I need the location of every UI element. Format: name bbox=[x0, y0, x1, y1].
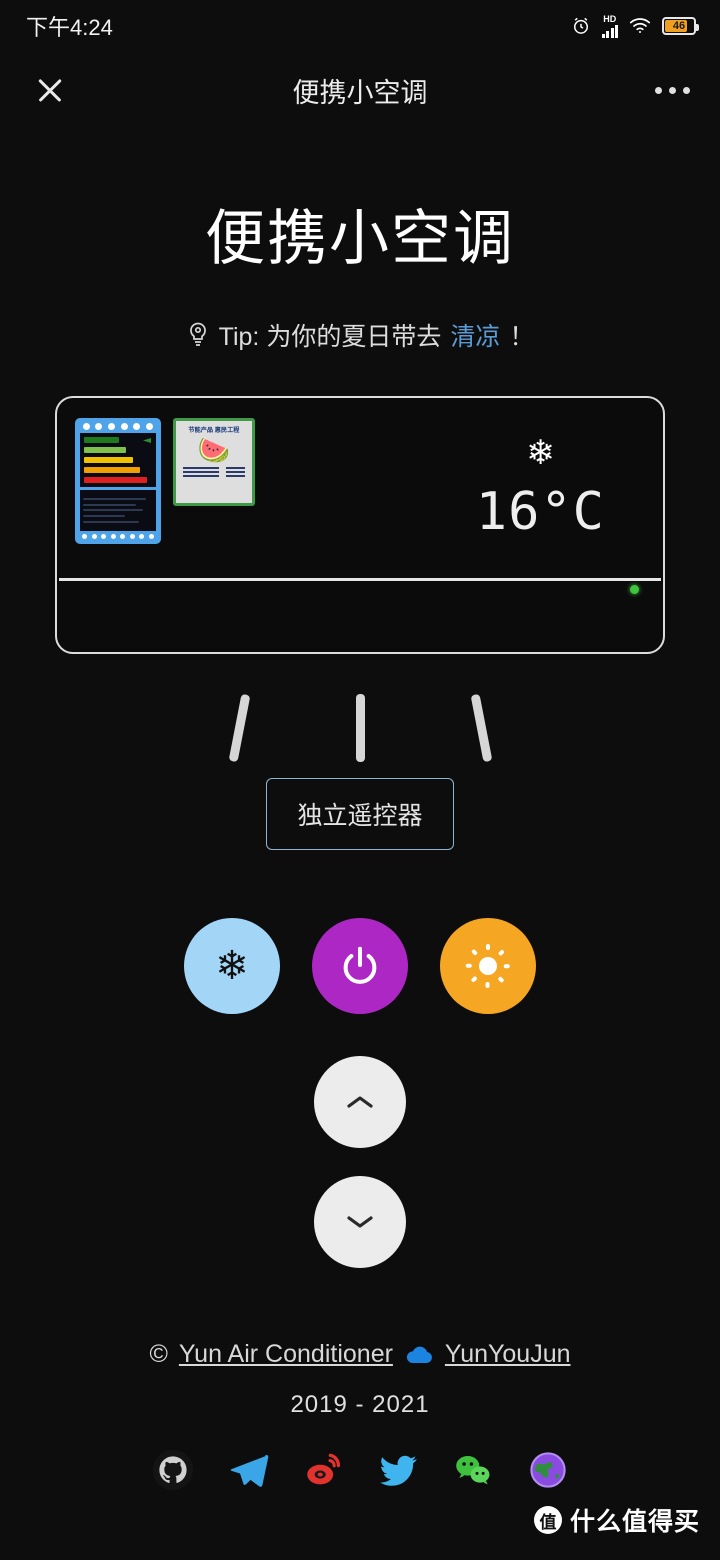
cool-mode-button[interactable]: ❄ bbox=[184, 918, 280, 1014]
ac-louver bbox=[59, 578, 661, 616]
sticker-dots-top bbox=[80, 423, 156, 430]
temperature-readout: 16°C bbox=[475, 482, 605, 542]
air-conditioner-unit-wrapper: 节能产品 惠民工程 🍉 ❄ 16°C bbox=[0, 396, 720, 654]
close-icon[interactable] bbox=[30, 70, 70, 110]
power-icon bbox=[343, 946, 377, 984]
telegram-icon[interactable] bbox=[227, 1449, 269, 1491]
globe-icon[interactable] bbox=[527, 1449, 569, 1491]
copyright-symbol: © bbox=[149, 1340, 168, 1368]
temperature-up-button[interactable] bbox=[314, 1056, 406, 1148]
battery-indicator: 46 bbox=[662, 17, 699, 35]
footer-years: 2019 - 2021 bbox=[290, 1391, 430, 1418]
status-time: 下午4:24 bbox=[26, 15, 113, 40]
author-link[interactable]: YunYouJun bbox=[445, 1340, 571, 1369]
temperature-down-button[interactable] bbox=[314, 1176, 406, 1268]
ac-body: 节能产品 惠民工程 🍉 ❄ 16°C bbox=[57, 398, 663, 616]
green-sticker-fineprint bbox=[183, 467, 245, 477]
watermark: 值 什么值得买 bbox=[533, 1502, 700, 1538]
watermelon-icon: 🍉 bbox=[197, 435, 231, 465]
grade-arrow-icon bbox=[143, 438, 151, 443]
airflow-line-left bbox=[228, 693, 250, 763]
signal-bars-icon bbox=[601, 24, 618, 38]
air-conditioner-unit: 节能产品 惠民工程 🍉 ❄ 16°C bbox=[55, 396, 665, 654]
hero-tip-suffix: ！ bbox=[509, 323, 535, 351]
energy-grade-bars bbox=[80, 433, 156, 487]
chevron-down-icon bbox=[347, 1216, 373, 1228]
snowflake-icon: ❄ bbox=[526, 434, 555, 472]
sun-icon bbox=[466, 944, 510, 988]
alarm-clock-icon bbox=[571, 16, 591, 36]
power-button[interactable] bbox=[312, 918, 408, 1014]
sticker-dots-bottom bbox=[80, 534, 156, 539]
hero-section: 便携小空调 Tip: 为你的夏日带去 清凉 ！ bbox=[0, 190, 720, 353]
energy-label-fineprint bbox=[80, 490, 156, 531]
status-icons: HD 46 bbox=[571, 14, 699, 38]
watermark-badge: 值 bbox=[533, 1506, 562, 1534]
github-icon[interactable] bbox=[152, 1449, 194, 1491]
project-link[interactable]: Yun Air Conditioner bbox=[179, 1340, 393, 1369]
heat-mode-button[interactable] bbox=[440, 918, 536, 1014]
hd-signal-icon: HD bbox=[601, 14, 618, 38]
wechat-icon[interactable] bbox=[452, 1449, 494, 1491]
app-screen: 下午4:24 HD 46 便携小空调 便携小空调 Tip: 为你的夏日带去 清凉… bbox=[0, 0, 720, 1560]
temperature-adjust-buttons bbox=[0, 1056, 720, 1268]
hero-tip-prefix: Tip: 为你的夏日带去 bbox=[218, 323, 442, 351]
energy-saving-product-label: 节能产品 惠民工程 🍉 bbox=[173, 418, 255, 506]
footer: © Yun Air Conditioner YunYouJun 2019 - 2… bbox=[0, 1340, 720, 1491]
status-bar: 下午4:24 HD 46 bbox=[0, 0, 720, 52]
cloud-icon bbox=[404, 1344, 434, 1366]
footer-credits: © Yun Air Conditioner YunYouJun bbox=[0, 1340, 720, 1369]
lightbulb-icon bbox=[186, 321, 210, 349]
independent-remote-button[interactable]: 独立遥控器 bbox=[266, 778, 454, 850]
hero-tip-accent: 清凉 bbox=[450, 323, 501, 351]
twitter-icon[interactable] bbox=[377, 1449, 419, 1491]
page-title: 便携小空调 bbox=[292, 77, 428, 108]
remote-button-row: 独立遥控器 bbox=[0, 778, 720, 850]
green-sticker-heading: 节能产品 惠民工程 bbox=[188, 427, 240, 434]
weibo-icon[interactable] bbox=[302, 1449, 344, 1491]
airflow-line-right bbox=[470, 693, 492, 763]
hero-title: 便携小空调 bbox=[205, 205, 515, 272]
wifi-icon bbox=[629, 17, 651, 35]
watermark-text: 什么值得买 bbox=[569, 1508, 700, 1536]
airflow-line-center bbox=[355, 694, 365, 762]
power-led-green bbox=[630, 585, 639, 594]
airflow-indicators bbox=[0, 693, 720, 774]
navigation-bar: 便携小空调 bbox=[0, 52, 720, 128]
hero-tip: Tip: 为你的夏日带去 清凉 ！ bbox=[0, 317, 720, 353]
chevron-up-icon bbox=[347, 1096, 373, 1108]
more-options-icon[interactable] bbox=[655, 86, 690, 94]
mode-control-buttons: ❄ bbox=[0, 918, 720, 1014]
ac-display: ❄ 16°C bbox=[476, 436, 605, 542]
snowflake-icon: ❄ bbox=[215, 944, 249, 988]
social-links bbox=[0, 1449, 720, 1491]
energy-efficiency-label bbox=[75, 418, 161, 544]
